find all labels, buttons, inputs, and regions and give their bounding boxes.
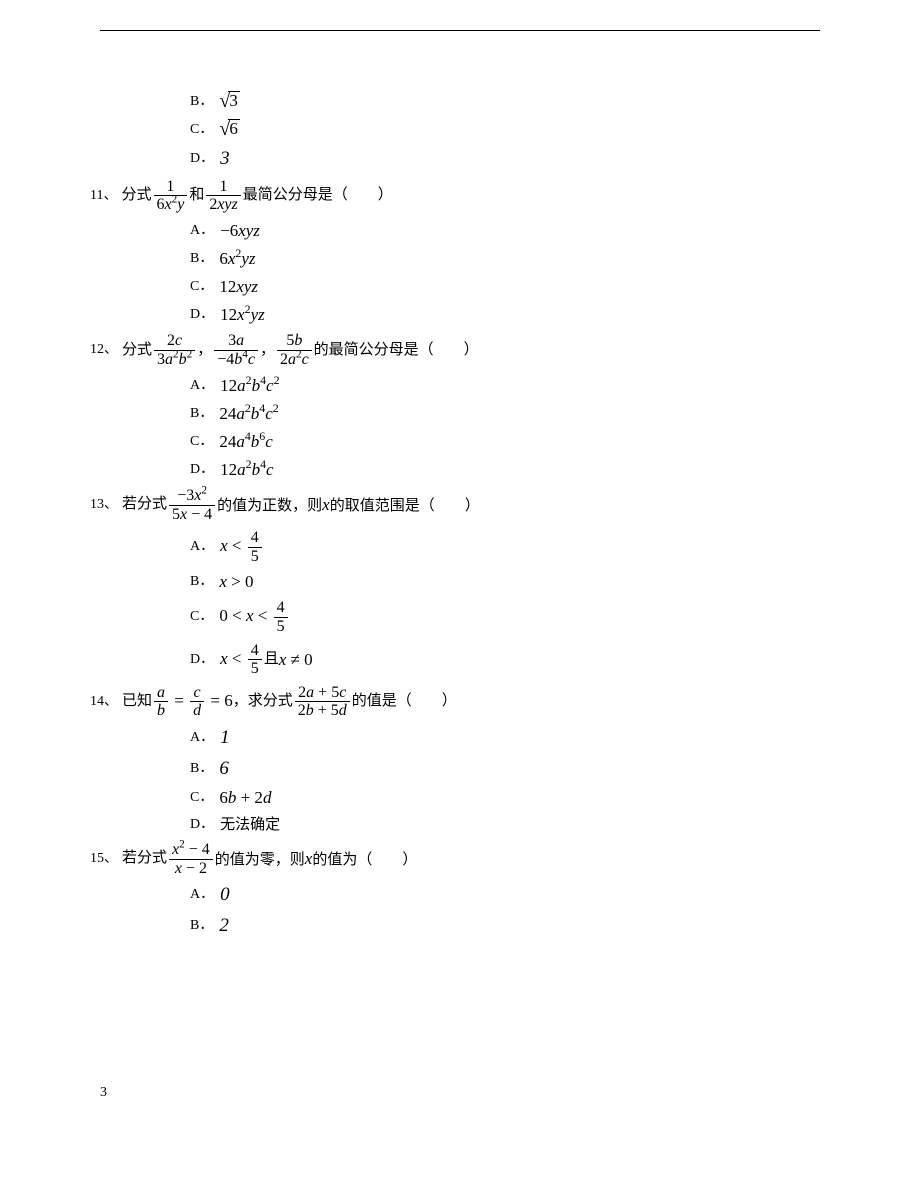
option-c: C．6b + 2d [190, 787, 820, 809]
option-c: C．0 < x < 45 [190, 599, 820, 635]
q12-options: A．12a2b4c2 B．24a2b4c2 C．24a4b6c D．12a2b4… [190, 375, 820, 481]
q14-options: A．1 B．6 C．6b + 2d D．无法确定 [190, 726, 820, 835]
option-d: D．12x2yz [190, 304, 820, 326]
stem-text: 若分式 [122, 495, 167, 515]
option-a: A．1 [190, 726, 820, 751]
q13-options: A．x < 45 B．x > 0 C．0 < x < 45 D．x < 45且x… [190, 529, 820, 678]
question-number: 14、 [90, 693, 118, 711]
stem-text: 和 [189, 186, 204, 206]
stem-text: 若分式 [122, 849, 167, 869]
option-label: D． [190, 150, 214, 168]
q14-stem: 14、 已知 ab = cd = 6， 求分式 2a + 5c2b + 5d 的… [90, 684, 820, 720]
stem-text: 求分式 [248, 692, 293, 712]
q11-stem: 11、 分式 16x2y 和 12xyz 最简公分母是（ ） [90, 178, 820, 214]
stem-text: 的值为零，则x的值为（ ） [215, 848, 418, 871]
stem-text: 分式 [122, 341, 152, 361]
option-b: B．24a2b4c2 [190, 403, 820, 425]
option-a: A．0 [190, 883, 820, 908]
stem-text: 的最简公分母是（ ） [314, 341, 479, 361]
option-d: D． 3 [190, 147, 820, 172]
stem-text: 分式 [121, 186, 151, 206]
stem-text: 最简公分母是（ ） [243, 186, 393, 206]
top-rule [100, 30, 820, 31]
option-label: B． [190, 93, 213, 111]
page-number: 3 [100, 1085, 107, 1101]
q15-stem: 15、 若分式 x2 − 4x − 2 的值为零，则x的值为（ ） [90, 841, 820, 877]
option-a: A．−6xyz [190, 220, 820, 242]
option-c: C．24a4b6c [190, 431, 820, 453]
stem-text: 的值为正数，则x的取值范围是（ ） [217, 494, 480, 517]
option-a: A．12a2b4c2 [190, 375, 820, 397]
q13-stem: 13、 若分式 −3x25x − 4 的值为正数，则x的取值范围是（ ） [90, 487, 820, 523]
option-b: B．6x2yz [190, 248, 820, 270]
option-b: B．2 [190, 914, 820, 939]
question-number: 15、 [90, 850, 118, 868]
option-c: C．12xyz [190, 276, 820, 298]
question-number: 13、 [90, 496, 118, 514]
option-b: B． √3 [190, 91, 820, 113]
option-a: A．x < 45 [190, 529, 820, 565]
q15-options: A．0 B．2 [190, 883, 820, 938]
option-text: 3 [220, 147, 230, 172]
stem-text: 的值是（ ） [352, 692, 457, 712]
page: B． √3 C． √6 D． 3 11、 分式 16x2y 和 12xyz 最简… [0, 0, 920, 1131]
option-b: B．6 [190, 757, 820, 782]
option-c: C． √6 [190, 119, 820, 141]
q10-options-continued: B． √3 C． √6 D． 3 [190, 91, 820, 172]
stem-text: 已知 [122, 692, 152, 712]
question-number: 12、 [90, 341, 118, 359]
option-d: D．x < 45且x ≠ 0 [190, 642, 820, 678]
q12-stem: 12、 分式 2c3a2b2 ， 3a−4b4c ， 5b2a2c 的最简公分母… [90, 332, 820, 368]
option-b: B．x > 0 [190, 571, 820, 593]
option-d: D．12a2b4c [190, 459, 820, 481]
q11-options: A．−6xyz B．6x2yz C．12xyz D．12x2yz [190, 220, 820, 326]
question-number: 11、 [90, 187, 117, 205]
option-d: D．无法确定 [190, 816, 820, 836]
option-label: C． [190, 121, 213, 139]
